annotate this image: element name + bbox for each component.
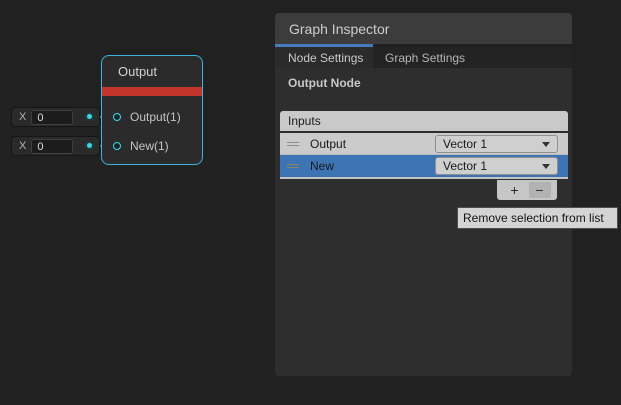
tab-node-settings[interactable]: Node Settings [275,47,373,68]
dropdown-arrow-icon [542,142,550,147]
node-port[interactable]: New(1) [113,139,169,153]
port-label: Output(1) [130,110,181,124]
value-input[interactable]: 0 [31,139,73,154]
panel-header[interactable]: Graph Inspector [275,13,572,44]
connector-dot-icon[interactable] [87,114,92,119]
node-port[interactable]: Output(1) [113,110,181,124]
node-error-bar [102,87,202,96]
output-node[interactable]: Output Output(1) New(1) [101,55,203,165]
list-row-output[interactable]: Output Vector 1 [280,133,568,155]
connector-dot-icon[interactable] [87,143,92,148]
list-header: Inputs [280,111,568,131]
dropdown-arrow-icon [542,164,550,169]
list-footer: + − [497,180,557,200]
port-icon[interactable] [113,113,121,121]
port-default-input[interactable]: X 0 [11,107,100,127]
list-row-new[interactable]: New Vector 1 [280,155,568,177]
tab-graph-settings[interactable]: Graph Settings [373,47,465,68]
tooltip: Remove selection from list [457,207,618,229]
port-label: New(1) [130,139,169,153]
port-icon[interactable] [113,142,121,150]
value-input[interactable]: 0 [31,110,73,125]
graph-inspector-panel: Graph Inspector Node Settings Graph Sett… [275,13,572,376]
inputs-reorderable-list: Inputs Output Vector 1 New Vector 1 + − [280,111,568,179]
type-dropdown[interactable]: Vector 1 [435,157,558,175]
dropdown-value: Vector 1 [443,137,487,151]
add-item-button[interactable]: + [504,182,526,198]
panel-title: Graph Inspector [289,21,389,37]
section-title: Output Node [288,76,572,90]
axis-label: X [19,111,26,123]
remove-item-button[interactable]: − [529,182,551,198]
row-name: Output [310,137,346,151]
port-default-input[interactable]: X 0 [11,136,100,156]
tab-bar: Node Settings Graph Settings [275,47,572,68]
drag-handle-icon[interactable] [287,142,299,146]
row-name: New [310,159,334,173]
axis-label: X [19,140,26,152]
node-title: Output [102,56,202,87]
dropdown-value: Vector 1 [443,159,487,173]
type-dropdown[interactable]: Vector 1 [435,135,558,153]
drag-handle-icon[interactable] [287,164,299,168]
